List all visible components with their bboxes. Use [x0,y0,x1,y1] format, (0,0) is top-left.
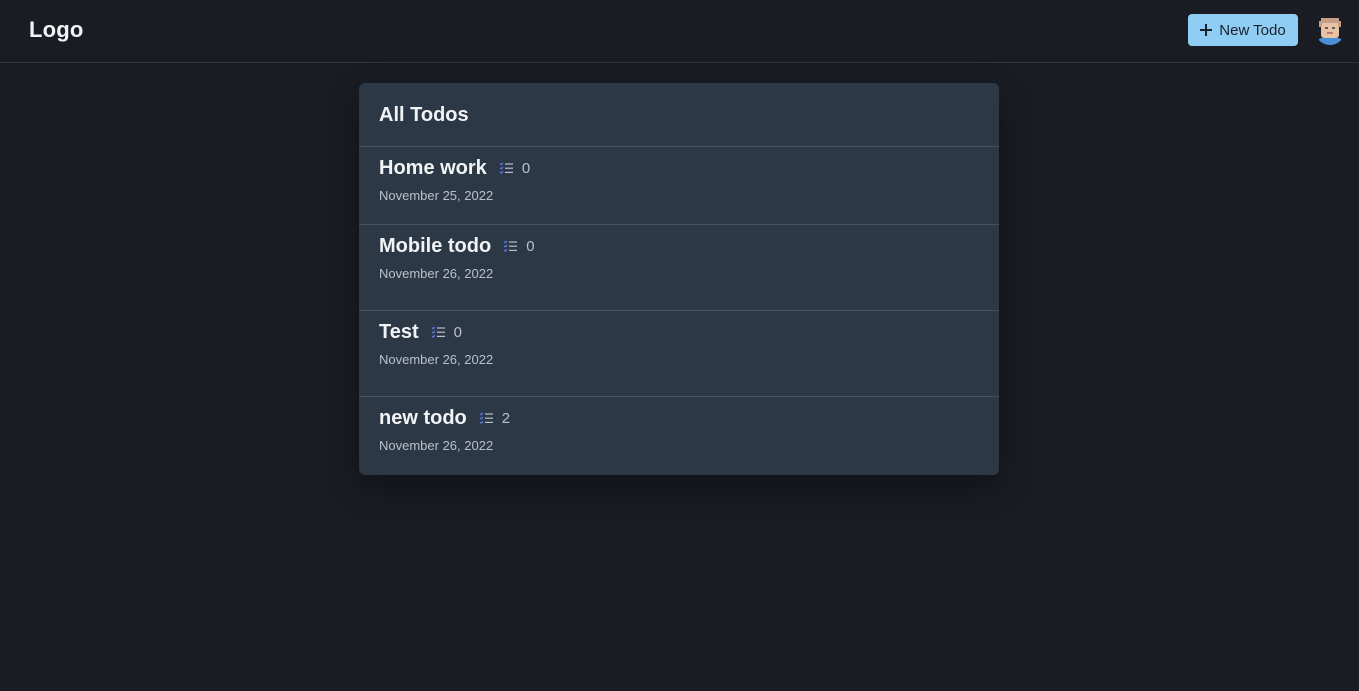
avatar[interactable] [1315,15,1345,45]
todo-name: Test [379,320,419,343]
checklist-icon [479,412,493,424]
todo-item[interactable]: Home work 0 November 25, 2022 [359,147,999,225]
card-title: All Todos [379,104,469,126]
todo-count: 0 [526,237,535,255]
logo[interactable]: Logo [29,17,84,43]
plus-icon [1200,24,1213,36]
todo-date: November 25, 2022 [379,188,494,203]
todo-item-heading: Home work 0 [379,157,979,179]
todo-date: November 26, 2022 [379,266,494,281]
todo-item[interactable]: new todo 2 November 26, 2022 [359,397,999,475]
todo-item-heading: new todo 2 [379,407,979,429]
new-todo-button[interactable]: New Todo [1188,14,1298,46]
checklist-icon [431,326,445,338]
top-navbar: Logo New Todo [0,0,1359,63]
todo-item-heading: Mobile todo 0 [379,235,979,257]
todo-date: November 26, 2022 [379,352,494,367]
todo-name: Mobile todo [379,234,492,257]
checklist-icon [503,240,518,252]
todo-name: new todo [379,406,467,429]
todo-item[interactable]: Test 0 November 26, 2022 [359,311,999,397]
checklist-icon [499,162,513,174]
todo-item[interactable]: Mobile todo 0 November 26, 2022 [359,225,999,311]
todo-date: November 26, 2022 [379,438,494,453]
todo-name: Home work [379,156,487,179]
todos-card: All Todos Home work 0 November 25, 2022 … [359,83,999,475]
todo-item-heading: Test 0 [379,321,979,343]
todo-count: 0 [453,323,462,341]
card-header: All Todos [359,83,999,147]
new-todo-label: New Todo [1219,21,1286,39]
todo-count: 2 [501,409,511,427]
avatar-icon [1315,15,1345,45]
todo-count: 0 [521,159,531,177]
